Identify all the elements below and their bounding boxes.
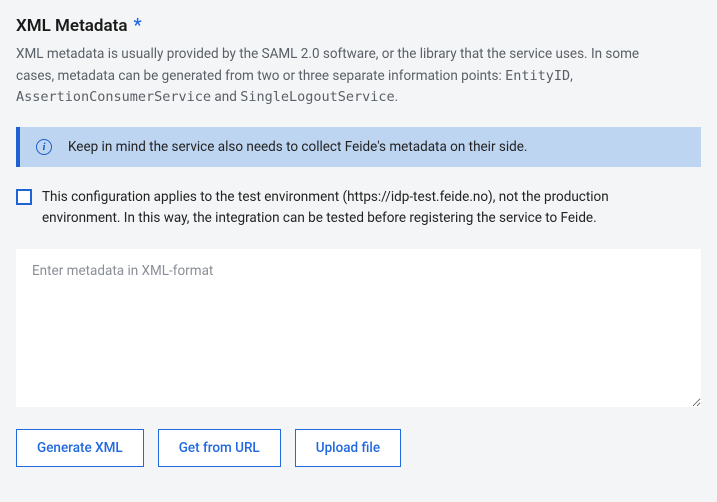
section-heading: XML Metadata * — [16, 16, 701, 36]
description-code-slo: SingleLogoutService — [240, 89, 394, 105]
info-banner: i Keep in mind the service also needs to… — [16, 127, 701, 167]
generate-xml-button[interactable]: Generate XML — [16, 429, 144, 467]
xml-metadata-textarea[interactable] — [16, 249, 701, 407]
description-sep2: and — [211, 89, 240, 105]
action-button-row: Generate XML Get from URL Upload file — [16, 429, 701, 467]
info-icon: i — [36, 139, 52, 155]
upload-file-button[interactable]: Upload file — [295, 429, 401, 467]
get-from-url-button[interactable]: Get from URL — [158, 429, 281, 467]
required-asterisk: * — [133, 17, 141, 35]
heading-text: XML Metadata — [16, 16, 127, 36]
description-code-acs: AssertionConsumerService — [16, 89, 211, 105]
info-banner-text: Keep in mind the service also needs to c… — [68, 139, 527, 155]
description-end: . — [395, 89, 399, 105]
test-environment-checkbox-label: This configuration applies to the test e… — [42, 187, 682, 229]
description-code-entityid: EntityID — [505, 68, 570, 84]
description-sep1: , — [570, 68, 573, 84]
test-environment-checkbox-row: This configuration applies to the test e… — [16, 187, 701, 229]
section-description: XML metadata is usually provided by the … — [16, 44, 676, 109]
test-environment-checkbox[interactable] — [16, 189, 32, 205]
